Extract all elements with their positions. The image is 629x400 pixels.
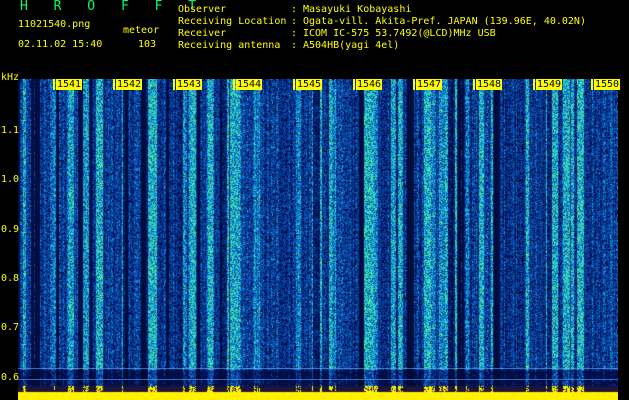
observer-row: Observer : Masayuki Kobayashi [0,4,629,16]
frequency-axis: 1.1 1.0 0.9 0.8 0.7 0.6 [0,70,20,400]
y-tick-0.7: 0.7 [1,322,20,333]
receiver-value: ICOM IC-575 53.7492(@LCD)MHz USB [303,28,496,39]
y-tick-1.1: 1.1 [1,125,20,136]
antenna-colon: : [291,40,298,51]
baseline-lower [18,379,618,380]
spectrogram-panel [18,79,618,400]
y-tick-1.0: 1.0 [1,174,20,185]
receiver-key: Receiver [178,28,227,39]
y-tick-0.9: 0.9 [1,224,20,235]
location-row: Receiving Location : Ogata-vill. Akita-P… [0,16,629,28]
observer-key: Observer [178,4,227,15]
antenna-value: A504HB(yagi 4el) [303,40,400,51]
location-key: Receiving Location [178,16,287,27]
y-tick-0.8: 0.8 [1,273,20,284]
baseline-upper [18,368,618,369]
observer-value: Masayuki Kobayashi [303,4,412,15]
y-tick-0.6: 0.6 [1,372,20,383]
header-panel: H R O F F T 11021540.png meteor 02.11.02… [0,0,629,78]
antenna-row: Receiving antenna : A504HB(yagi 4el) [0,40,629,52]
location-value: Ogata-vill. Akita-Pref. JAPAN (139.96E, … [303,16,586,27]
observer-colon: : [291,4,298,15]
antenna-key: Receiving antenna [178,40,281,51]
location-colon: : [291,16,298,27]
receiver-colon: : [291,28,298,39]
receiver-row: Receiver : ICOM IC-575 53.7492(@LCD)MHz … [0,28,629,40]
spectrogram-image [18,79,618,400]
